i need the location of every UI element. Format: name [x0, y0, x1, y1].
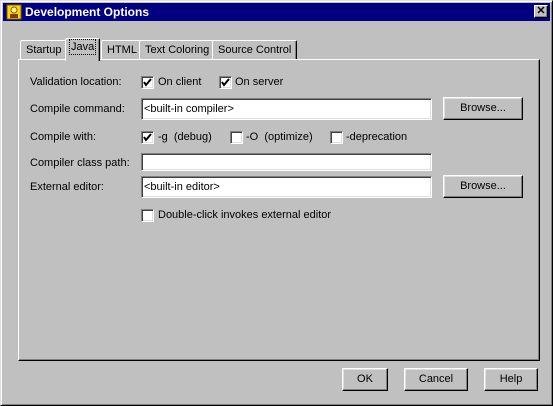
compile-with-label: Compile with:: [30, 131, 97, 143]
title-bar[interactable]: Development Options ✕: [3, 3, 550, 21]
compiler-class-path-input[interactable]: [141, 153, 432, 171]
close-icon: ✕: [536, 5, 546, 17]
checkmark-icon: [221, 78, 230, 87]
double-click-checkbox[interactable]: [141, 209, 154, 222]
debug-label: -g (debug): [158, 131, 212, 143]
on-client-checkbox[interactable]: [141, 76, 154, 89]
development-options-dialog: Development Options ✕ Startup Java HTML …: [0, 0, 553, 406]
compile-command-label: Compile command:: [30, 103, 125, 115]
tab-label: Text Coloring: [145, 44, 210, 56]
tab-source-control[interactable]: Source Control: [212, 40, 298, 60]
external-editor-input[interactable]: <built-in editor>: [141, 176, 432, 198]
validation-location-label: Validation location:: [30, 76, 122, 88]
tab-html[interactable]: HTML: [101, 40, 143, 60]
tab-label: Java: [68, 39, 97, 55]
deprecation-label: -deprecation: [346, 131, 408, 143]
on-server-checkbox[interactable]: [219, 76, 232, 89]
optimize-label: -O (optimize): [246, 131, 313, 143]
compiler-class-path-label: Compiler class path:: [30, 157, 130, 169]
external-editor-browse-button[interactable]: Browse...: [443, 175, 523, 198]
on-server-label: On server: [235, 76, 284, 88]
double-click-label: Double-click invokes external editor: [158, 209, 332, 221]
cancel-button[interactable]: Cancel: [404, 368, 468, 391]
checkmark-icon: [143, 133, 152, 142]
tab-label: HTML: [107, 44, 137, 56]
compile-command-input[interactable]: <built-in compiler>: [141, 98, 432, 120]
ok-button[interactable]: OK: [342, 368, 388, 391]
external-editor-label: External editor:: [30, 181, 104, 193]
app-icon: [6, 4, 22, 20]
compile-command-browse-button[interactable]: Browse...: [443, 97, 523, 120]
optimize-checkbox[interactable]: [230, 131, 243, 144]
tab-text-coloring[interactable]: Text Coloring: [139, 40, 216, 60]
tab-java[interactable]: Java: [65, 38, 101, 61]
window-title: Development Options: [25, 5, 150, 19]
on-client-label: On client: [158, 76, 202, 88]
checkmark-icon: [143, 78, 152, 87]
tab-label: Source Control: [218, 44, 292, 56]
close-button[interactable]: ✕: [534, 5, 548, 18]
deprecation-checkbox[interactable]: [330, 131, 343, 144]
debug-checkbox[interactable]: [141, 131, 154, 144]
tab-label: Startup: [26, 44, 62, 56]
tab-startup[interactable]: Startup: [20, 40, 68, 60]
help-button[interactable]: Help: [484, 368, 538, 391]
